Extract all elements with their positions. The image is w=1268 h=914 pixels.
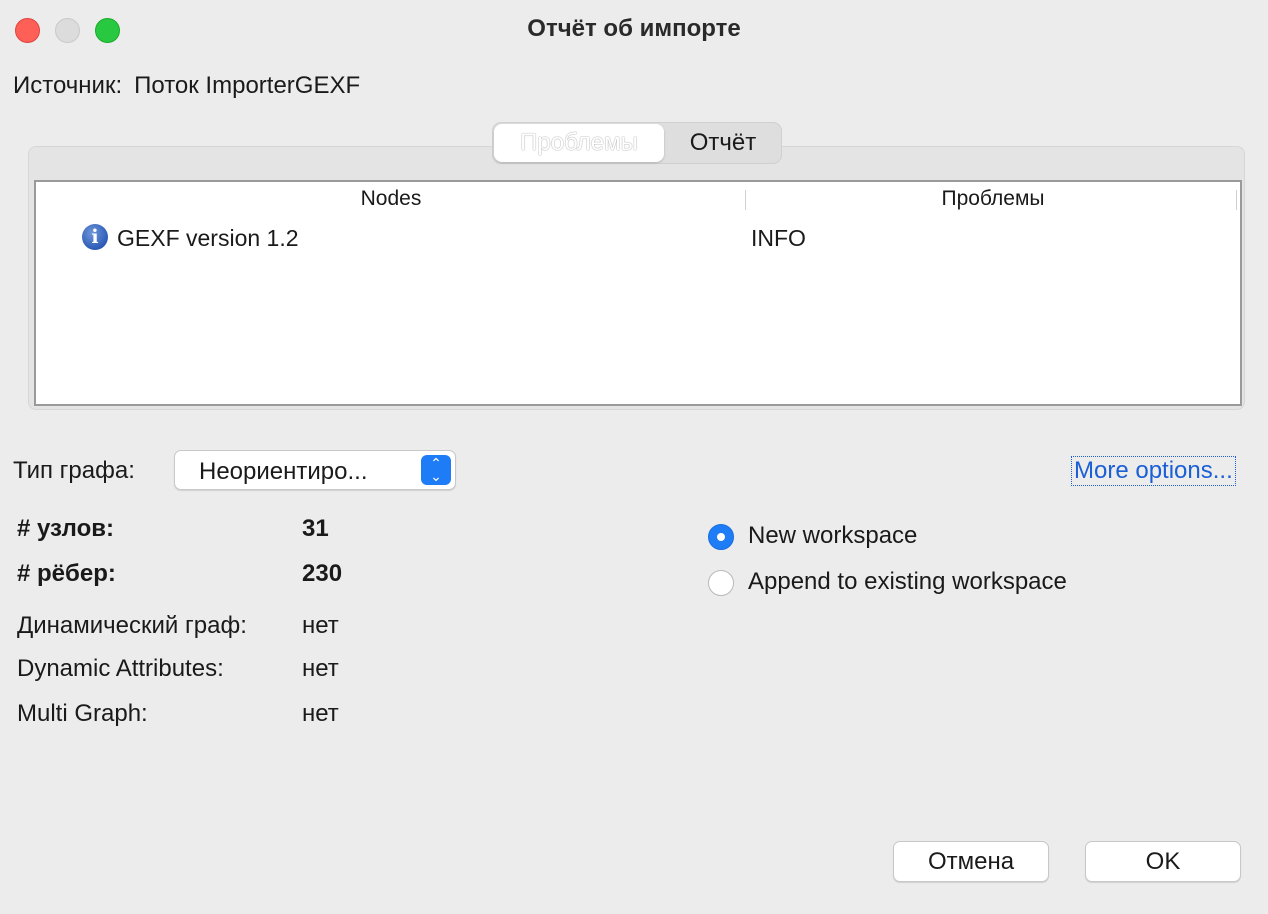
tab-bar: Проблемы Отчёт xyxy=(492,122,782,164)
issues-table: Nodes Проблемы i GEXF version 1.2 INFO xyxy=(34,180,1242,406)
info-icon: i xyxy=(82,224,108,250)
source-label: Источник: xyxy=(13,72,123,99)
issue-level: INFO xyxy=(751,225,806,251)
column-divider[interactable] xyxy=(1236,190,1237,210)
edges-count-label: # рёбер: xyxy=(17,560,116,587)
graph-type-label: Тип графа: xyxy=(13,457,135,484)
new-workspace-label[interactable]: New workspace xyxy=(748,522,917,550)
issue-message: GEXF version 1.2 xyxy=(117,225,299,251)
dynamic-attributes-label: Dynamic Attributes: xyxy=(17,655,224,682)
nodes-count-value: 31 xyxy=(302,515,329,542)
table-row[interactable]: i GEXF version 1.2 INFO xyxy=(36,222,1240,256)
title-bar: Отчёт об импорте xyxy=(0,0,1268,58)
import-report-dialog: Отчёт об импорте Источник: Поток Importer… xyxy=(0,0,1268,914)
multi-graph-value: нет xyxy=(302,700,339,727)
dynamic-graph-value: нет xyxy=(302,612,339,639)
graph-type-value: Неориентиро... xyxy=(199,458,368,485)
append-workspace-radio[interactable] xyxy=(708,570,734,596)
tab-report[interactable]: Отчёт xyxy=(665,123,781,163)
dynamic-attributes-value: нет xyxy=(302,655,339,682)
edges-count-value: 230 xyxy=(302,560,343,587)
more-options-link[interactable]: More options... xyxy=(1071,456,1236,486)
source-value: Поток ImporterGEXF xyxy=(134,72,361,99)
nodes-count-label: # узлов: xyxy=(17,515,114,542)
cancel-button[interactable]: Отмена xyxy=(893,841,1049,882)
graph-type-select[interactable]: Неориентиро... ⌃ ⌄ xyxy=(174,450,456,490)
window-title: Отчёт об импорте xyxy=(527,15,741,42)
multi-graph-label: Multi Graph: xyxy=(17,700,148,727)
column-header-issues[interactable]: Проблемы xyxy=(746,184,1240,214)
append-workspace-label[interactable]: Append to existing workspace xyxy=(748,568,1067,596)
dynamic-graph-label: Динамический граф: xyxy=(17,612,247,639)
new-workspace-radio[interactable] xyxy=(708,524,734,550)
column-header-nodes[interactable]: Nodes xyxy=(36,184,746,214)
source-row: Источник: Поток ImporterGEXF xyxy=(13,72,360,100)
ok-button[interactable]: OK xyxy=(1085,841,1241,882)
tab-issues[interactable]: Проблемы xyxy=(494,124,664,162)
chevron-up-down-icon: ⌃ ⌄ xyxy=(421,455,451,485)
